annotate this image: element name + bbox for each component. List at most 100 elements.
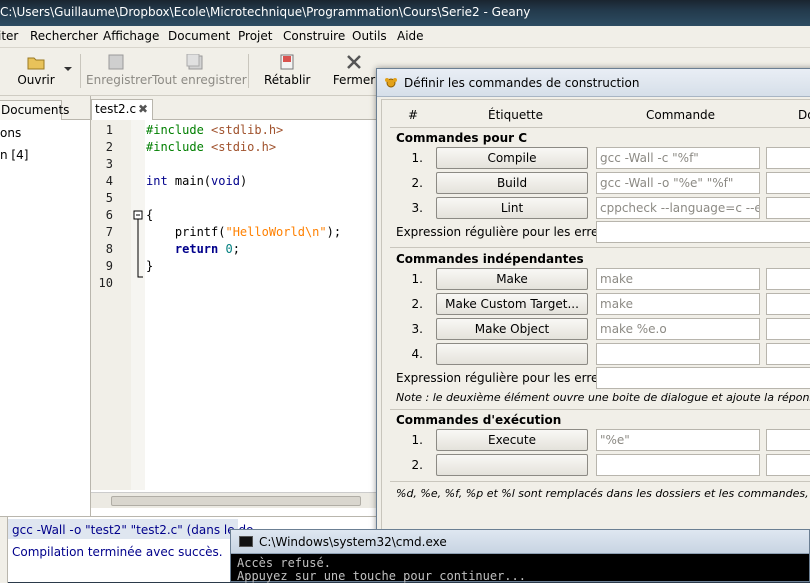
make-command-input[interactable]: make (596, 268, 760, 290)
execute-directory-input[interactable] (766, 429, 810, 451)
execute-command-input[interactable]: "%e" (596, 429, 760, 451)
column-header-number: # (408, 108, 419, 122)
build-commands-dialog: Définir les commandes de construction # … (376, 68, 810, 538)
empty-command-input-4[interactable] (596, 343, 760, 365)
compile-command-input[interactable]: gcc -Wall -c "%f" (596, 147, 760, 169)
compile-directory-input[interactable] (766, 147, 810, 169)
save-all-button[interactable]: Tout enregistrer (152, 53, 247, 87)
code-line-7[interactable]: printf("HelloWorld\n"); (146, 225, 341, 239)
row-number: 1. (411, 433, 423, 447)
make-directory-input[interactable] (766, 268, 810, 290)
console-icon (239, 536, 253, 547)
save-all-icon (186, 53, 204, 70)
open-dropdown-arrow[interactable] (62, 62, 74, 76)
indep-error-regex-label: Expression régulière pour les erreurs : (396, 371, 626, 385)
code-line-8[interactable]: return 0; (146, 242, 240, 256)
tab-documents[interactable]: Documents (0, 100, 69, 120)
code-line-9[interactable]: } (146, 259, 153, 273)
code-line-6[interactable]: { (146, 208, 153, 222)
compiler-command-line[interactable]: gcc -Wall -o "test2" "test2.c" (dans le … (12, 523, 253, 537)
code-line-4[interactable]: int main(void) (146, 174, 247, 188)
column-header-command: Commande (646, 108, 716, 122)
editor-area: test2.c ✖ 1 2 3 4 5 6 7 8 9 10 #include … (91, 96, 378, 516)
section-separator (390, 481, 810, 482)
empty-exec-label-button[interactable] (436, 454, 588, 476)
line-number: 1 (105, 123, 113, 137)
menu-outils[interactable]: Outils (352, 29, 387, 43)
scrollbar-thumb[interactable] (111, 496, 361, 506)
menu-aide[interactable]: Aide (397, 29, 424, 43)
compile-label-button[interactable]: Compile (436, 147, 588, 169)
execute-label-button[interactable]: Execute (436, 429, 588, 451)
horizontal-scrollbar[interactable] (91, 492, 378, 508)
toolbar-separator (80, 54, 81, 88)
line-number: 3 (105, 157, 113, 171)
window-title: C:\Users\Guillaume\Dropbox\Ecole\Microte… (0, 5, 531, 19)
section-separator (390, 409, 810, 410)
editor-tab-test2[interactable]: test2.c ✖ (91, 99, 153, 120)
revert-button[interactable]: Rétablir (264, 54, 310, 87)
console-output-line: Accès refusé. (237, 556, 331, 570)
dialog-note: Note : le deuxième élément ouvre une boi… (396, 391, 810, 404)
c-error-regex-input[interactable] (596, 221, 810, 243)
save-button[interactable]: Enregistrer (86, 54, 152, 87)
menu-affichage[interactable]: Affichage (103, 29, 159, 43)
row-number: 4. (411, 347, 423, 361)
messages-panel-edge (0, 517, 8, 583)
line-number: 5 (105, 191, 113, 205)
make-custom-target-directory-input[interactable] (766, 293, 810, 315)
build-directory-input[interactable] (766, 172, 810, 194)
indep-error-regex-input[interactable] (596, 367, 810, 389)
cmd-console-window: C:\Windows\system32\cmd.exe Accès refusé… (230, 529, 810, 583)
build-label-button[interactable]: Build (436, 172, 588, 194)
empty-exec-directory-input[interactable] (766, 454, 810, 476)
lint-directory-input[interactable] (766, 197, 810, 219)
make-object-label-button[interactable]: Make Object (436, 318, 588, 340)
dialog-title-bar: Définir les commandes de construction (377, 69, 810, 97)
code-line-1[interactable]: #include <stdlib.h> (146, 123, 283, 137)
row-number: 2. (411, 297, 423, 311)
empty-exec-command-input[interactable] (596, 454, 760, 476)
menu-bar: iter Rechercher Affichage Document Proje… (0, 26, 810, 48)
editor-tab-row: test2.c ✖ (91, 96, 378, 120)
row-number: 3. (411, 201, 423, 215)
menu-construire[interactable]: Construire (283, 29, 345, 43)
lint-label-button[interactable]: Lint (436, 197, 588, 219)
column-header-directory: Do (798, 108, 810, 122)
line-number: 9 (105, 259, 113, 273)
make-object-directory-input[interactable] (766, 318, 810, 340)
geany-icon (384, 77, 398, 89)
close-tab-icon[interactable]: ✖ (137, 103, 149, 115)
open-button[interactable]: Ouvrir (14, 54, 58, 87)
make-label-button[interactable]: Make (436, 268, 588, 290)
section-separator (390, 247, 810, 248)
build-command-input[interactable]: gcc -Wall -o "%e" "%f" (596, 172, 760, 194)
menu-fichier[interactable]: iter (0, 29, 18, 43)
line-number-gutter: 1 2 3 4 5 6 7 8 9 10 (91, 120, 131, 490)
empty-label-button-4[interactable] (436, 343, 588, 365)
make-object-command-input[interactable]: make %e.o (596, 318, 760, 340)
lint-command-input[interactable]: cppcheck --language=c --ena (596, 197, 760, 219)
c-error-regex-label: Expression régulière pour les erreurs : (396, 225, 626, 239)
sidebar-tab-row: Documents (0, 96, 90, 120)
sidebar-item-count[interactable]: n [4] (0, 148, 28, 162)
make-custom-target-label-button[interactable]: Make Custom Target... (436, 293, 588, 315)
folder-icon (27, 54, 45, 70)
section-execution-commands: Commandes d'exécution (396, 413, 562, 427)
cmd-title-bar: C:\Windows\system32\cmd.exe (231, 530, 809, 554)
make-custom-target-command-input[interactable]: make (596, 293, 760, 315)
menu-projet[interactable]: Projet (238, 29, 272, 43)
menu-document[interactable]: Document (168, 29, 230, 43)
line-number: 2 (105, 140, 113, 154)
row-number: 2. (411, 176, 423, 190)
sidebar-item-folder[interactable]: ons (0, 126, 21, 140)
line-number: 10 (98, 276, 113, 290)
menu-rechercher[interactable]: Rechercher (30, 29, 98, 43)
empty-directory-input-4[interactable] (766, 343, 810, 365)
line-number: 8 (105, 242, 113, 256)
section-independent-commands: Commandes indépendantes (396, 252, 584, 266)
documents-sidebar: Documents ons n [4] (0, 96, 91, 516)
close-button[interactable]: Fermer (332, 54, 376, 87)
code-line-2[interactable]: #include <stdio.h> (146, 140, 276, 154)
compile-status[interactable]: Compilation terminée avec succès. (12, 545, 223, 559)
